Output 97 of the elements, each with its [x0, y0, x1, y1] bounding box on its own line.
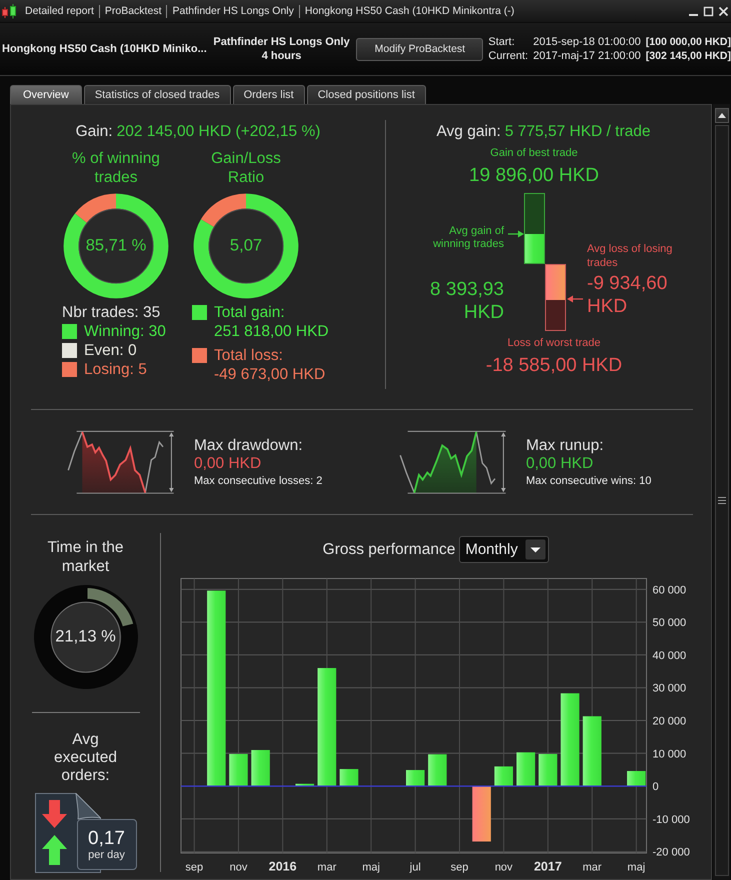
x-axis-label: 2017 [534, 860, 562, 874]
performance-bar [538, 754, 558, 786]
extreme-value: 0,00 HKD [526, 455, 594, 473]
performance-bar [229, 754, 248, 786]
period-capital: [302 145,00 HKD] [646, 49, 731, 63]
section-title: Avg executed orders: [53, 731, 118, 785]
trade-count: Nbr trades: 35 [62, 303, 162, 322]
y-axis-label: 20 000 [652, 716, 686, 728]
title-label: Detailed report [24, 5, 95, 17]
gauge-title: % of winning trades [71, 149, 161, 187]
leader-arrow [508, 230, 524, 238]
extreme-title: Max drawdown: [194, 437, 304, 455]
tab[interactable]: Closed positions list [306, 85, 426, 104]
grip-icon [718, 497, 726, 504]
maximize-icon[interactable] [703, 6, 714, 16]
best-trade-value: 19 896,00 HKD [469, 164, 599, 187]
chart-title: Gross performance [322, 540, 456, 558]
candlestick-icon [1, 3, 17, 19]
x-axis-label: sep [185, 862, 204, 874]
worst-trade-value: -18 585,00 HKD [486, 354, 622, 377]
performance-bar [406, 770, 425, 786]
up-arrow-icon [718, 113, 726, 118]
gauge-reading: 21,13 % [55, 627, 116, 647]
legend-label: Winning: 30 [84, 322, 166, 341]
y-axis-label: 10 000 [652, 748, 686, 760]
performance-bar [340, 769, 358, 786]
gauge-title: Gain/Loss Ratio [210, 149, 282, 187]
caret-icon [525, 539, 546, 560]
performance-bar [295, 784, 314, 786]
x-axis-label: sep [450, 862, 468, 874]
x-axis-label: mar [317, 862, 336, 874]
extreme-value: 0,00 HKD [194, 455, 262, 473]
title-label: ProBacktest [104, 5, 162, 17]
y-axis-label: -10 000 [652, 814, 690, 826]
timeframe-label: 4 hours [262, 49, 302, 63]
tab[interactable]: Orders list [232, 85, 305, 104]
performance-bar [472, 786, 491, 842]
rate-unit: per day [88, 848, 125, 862]
avg-gain-label: Avg gain of winning trades [432, 225, 504, 251]
total-label: Total loss: [214, 346, 284, 365]
period-date: 2017-maj-17 21:00:00 [533, 49, 641, 63]
y-axis-label: 40 000 [652, 650, 686, 662]
x-axis-label: maj [627, 862, 646, 874]
period-capital: [100 000,00 HKD] [646, 35, 731, 49]
period-label: Start: [488, 35, 516, 49]
close-icon[interactable] [718, 6, 729, 16]
rate-value: 0,17 [88, 828, 125, 848]
title-label: Pathfinder HS Longs Only [171, 5, 295, 17]
total-value: -49 673,00 HKD [214, 365, 326, 384]
y-axis-label: 60 000 [652, 584, 686, 596]
gain-value: 202 145,00 HKD (+202,15 %) [116, 122, 320, 141]
tab[interactable]: Overview [10, 85, 82, 104]
title-label: Hongkong HS50 Cash (10HKD Minikontra (-) [304, 5, 516, 17]
avg-loss-amount: -9 934,60 HKD [587, 272, 668, 318]
section-title: Time in the market [46, 538, 125, 576]
performance-bar [494, 766, 513, 786]
avg-gain-amount: 8 393,93 HKD [429, 278, 504, 324]
strategy-name: Pathfinder HS Longs Only [213, 35, 350, 49]
y-axis-label: 30 000 [652, 682, 686, 695]
scroll-up-button[interactable] [714, 108, 728, 123]
avg-loss-label: Avg loss of losing trades [587, 242, 674, 270]
legend-label: Even: 0 [84, 341, 137, 360]
y-axis-label: -20 000 [652, 846, 690, 859]
modify-button[interactable]: Modify ProBacktest [356, 38, 484, 60]
avg-gain-label: Avg gain: [436, 122, 501, 141]
performance-bar [627, 771, 646, 786]
leader-arrow [567, 295, 583, 303]
legend-label: Losing: 5 [84, 360, 147, 379]
performance-bar [428, 754, 447, 786]
extreme-note: Max consecutive wins: 10 [526, 474, 652, 489]
total-value: 251 818,00 HKD [214, 322, 329, 341]
total-label: Total gain: [214, 303, 286, 322]
extreme-title: Max runup: [526, 437, 605, 455]
x-axis-label: 2016 [268, 860, 297, 874]
best-trade-label: Gain of best trade [490, 147, 578, 160]
gauge-reading: 5,07 [230, 236, 262, 256]
performance-bar [251, 750, 270, 786]
x-axis-label: maj [362, 862, 380, 874]
x-axis-label: nov [230, 862, 248, 874]
instrument-name: Hongkong HS50 Cash (10HKD Miniko... [1, 43, 207, 55]
performance-bar [516, 752, 536, 786]
extreme-note: Max consecutive losses: 2 [194, 474, 322, 489]
period-date: 2015-sep-18 01:00:00 [533, 35, 641, 49]
period-dropdown[interactable]: Monthly [459, 536, 550, 563]
x-axis-label: mar [582, 862, 602, 874]
avg-gain-value: 5 775,57 HKD / trade [504, 122, 650, 141]
period-label: Current: [488, 49, 528, 63]
scrollbar-thumb[interactable] [714, 125, 728, 876]
y-axis-label: 50 000 [652, 617, 686, 630]
worst-trade-label: Loss of worst trade [508, 337, 600, 350]
tab[interactable]: Statistics of closed trades [84, 85, 231, 104]
x-axis-label: jul [410, 862, 421, 874]
y-axis-label: 0 [652, 781, 659, 794]
x-axis-label: nov [494, 862, 513, 874]
gauge-reading: 85,71 % [86, 236, 146, 256]
performance-bar [582, 716, 602, 786]
gain-label: Gain: [76, 122, 113, 141]
